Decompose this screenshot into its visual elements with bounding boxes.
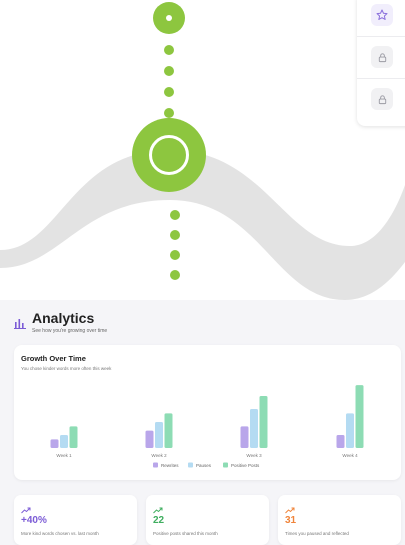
bar-positive-posts-week-4 (355, 385, 364, 448)
path-dot (170, 210, 180, 220)
legend-swatch (223, 462, 228, 468)
analytics-section: Analytics See how you're growing over ti… (0, 300, 405, 545)
x-tick-label: Week 4 (342, 453, 358, 458)
path-dot (164, 108, 174, 118)
achievements-panel (357, 0, 405, 126)
level-node-current[interactable] (153, 2, 185, 34)
bar-positive-posts-week-2 (164, 413, 173, 448)
stat-card-kind-words: +40% More kind words chosen vs. last mon… (14, 495, 137, 545)
growth-bar-chart: Week 1 Week 2 Week 3 Week 4 Rewrites Pauses Po… (50, 385, 364, 468)
stat-label: Times you paused and reflected (285, 531, 349, 536)
x-tick-label: Week 3 (246, 453, 262, 458)
growth-chart-card: Growth Over Time You chose kinder words … (14, 345, 401, 480)
x-tick-label: Week 1 (56, 453, 72, 458)
path-dot (170, 250, 180, 260)
path-dot (170, 270, 180, 280)
bar-pauses-week-4 (346, 413, 354, 448)
bar-pauses-week-1 (60, 435, 68, 448)
bar-rewrites-week-4 (336, 435, 345, 448)
divider (357, 78, 405, 79)
path-dot (164, 66, 174, 76)
lock-icon[interactable] (371, 46, 393, 68)
bar-rewrites-week-3 (240, 426, 249, 448)
legend-swatch (153, 462, 158, 468)
stat-value: 31 (285, 515, 297, 526)
bar-rewrites-week-2 (145, 430, 154, 448)
stat-value: 22 (153, 515, 165, 526)
bar-positive-posts-week-3 (259, 396, 268, 448)
bar-rewrites-week-1 (50, 439, 59, 448)
star-icon[interactable] (371, 4, 393, 26)
path-dot (164, 87, 174, 97)
legend-label: Positive Posts (231, 463, 260, 468)
x-tick-label: Week 2 (151, 453, 167, 458)
lock-icon[interactable] (371, 88, 393, 110)
legend-swatch (188, 462, 193, 468)
bar-chart-icon (14, 316, 26, 334)
bar-positive-posts-week-1 (69, 426, 78, 448)
legend-label: Pauses (196, 463, 212, 468)
level-node-milestone[interactable] (132, 118, 206, 192)
journey-path (0, 0, 405, 300)
stat-label: Positive posts shared this month (153, 531, 218, 536)
stat-label: More kind words chosen vs. last month (21, 531, 99, 536)
stat-card-positive-posts: 22 Positive posts shared this month (146, 495, 269, 545)
page-title: Analytics (32, 310, 95, 326)
legend-label: Rewrites (161, 463, 179, 468)
path-dot (170, 230, 180, 240)
page-subtitle: See how you're growing over time (32, 328, 108, 334)
bar-pauses-week-3 (250, 409, 258, 448)
divider (357, 36, 405, 37)
bar-pauses-week-2 (155, 422, 163, 448)
stat-value: +40% (21, 515, 47, 526)
path-dot (164, 45, 174, 55)
stat-card-pauses: 31 Times you paused and reflected (278, 495, 401, 545)
